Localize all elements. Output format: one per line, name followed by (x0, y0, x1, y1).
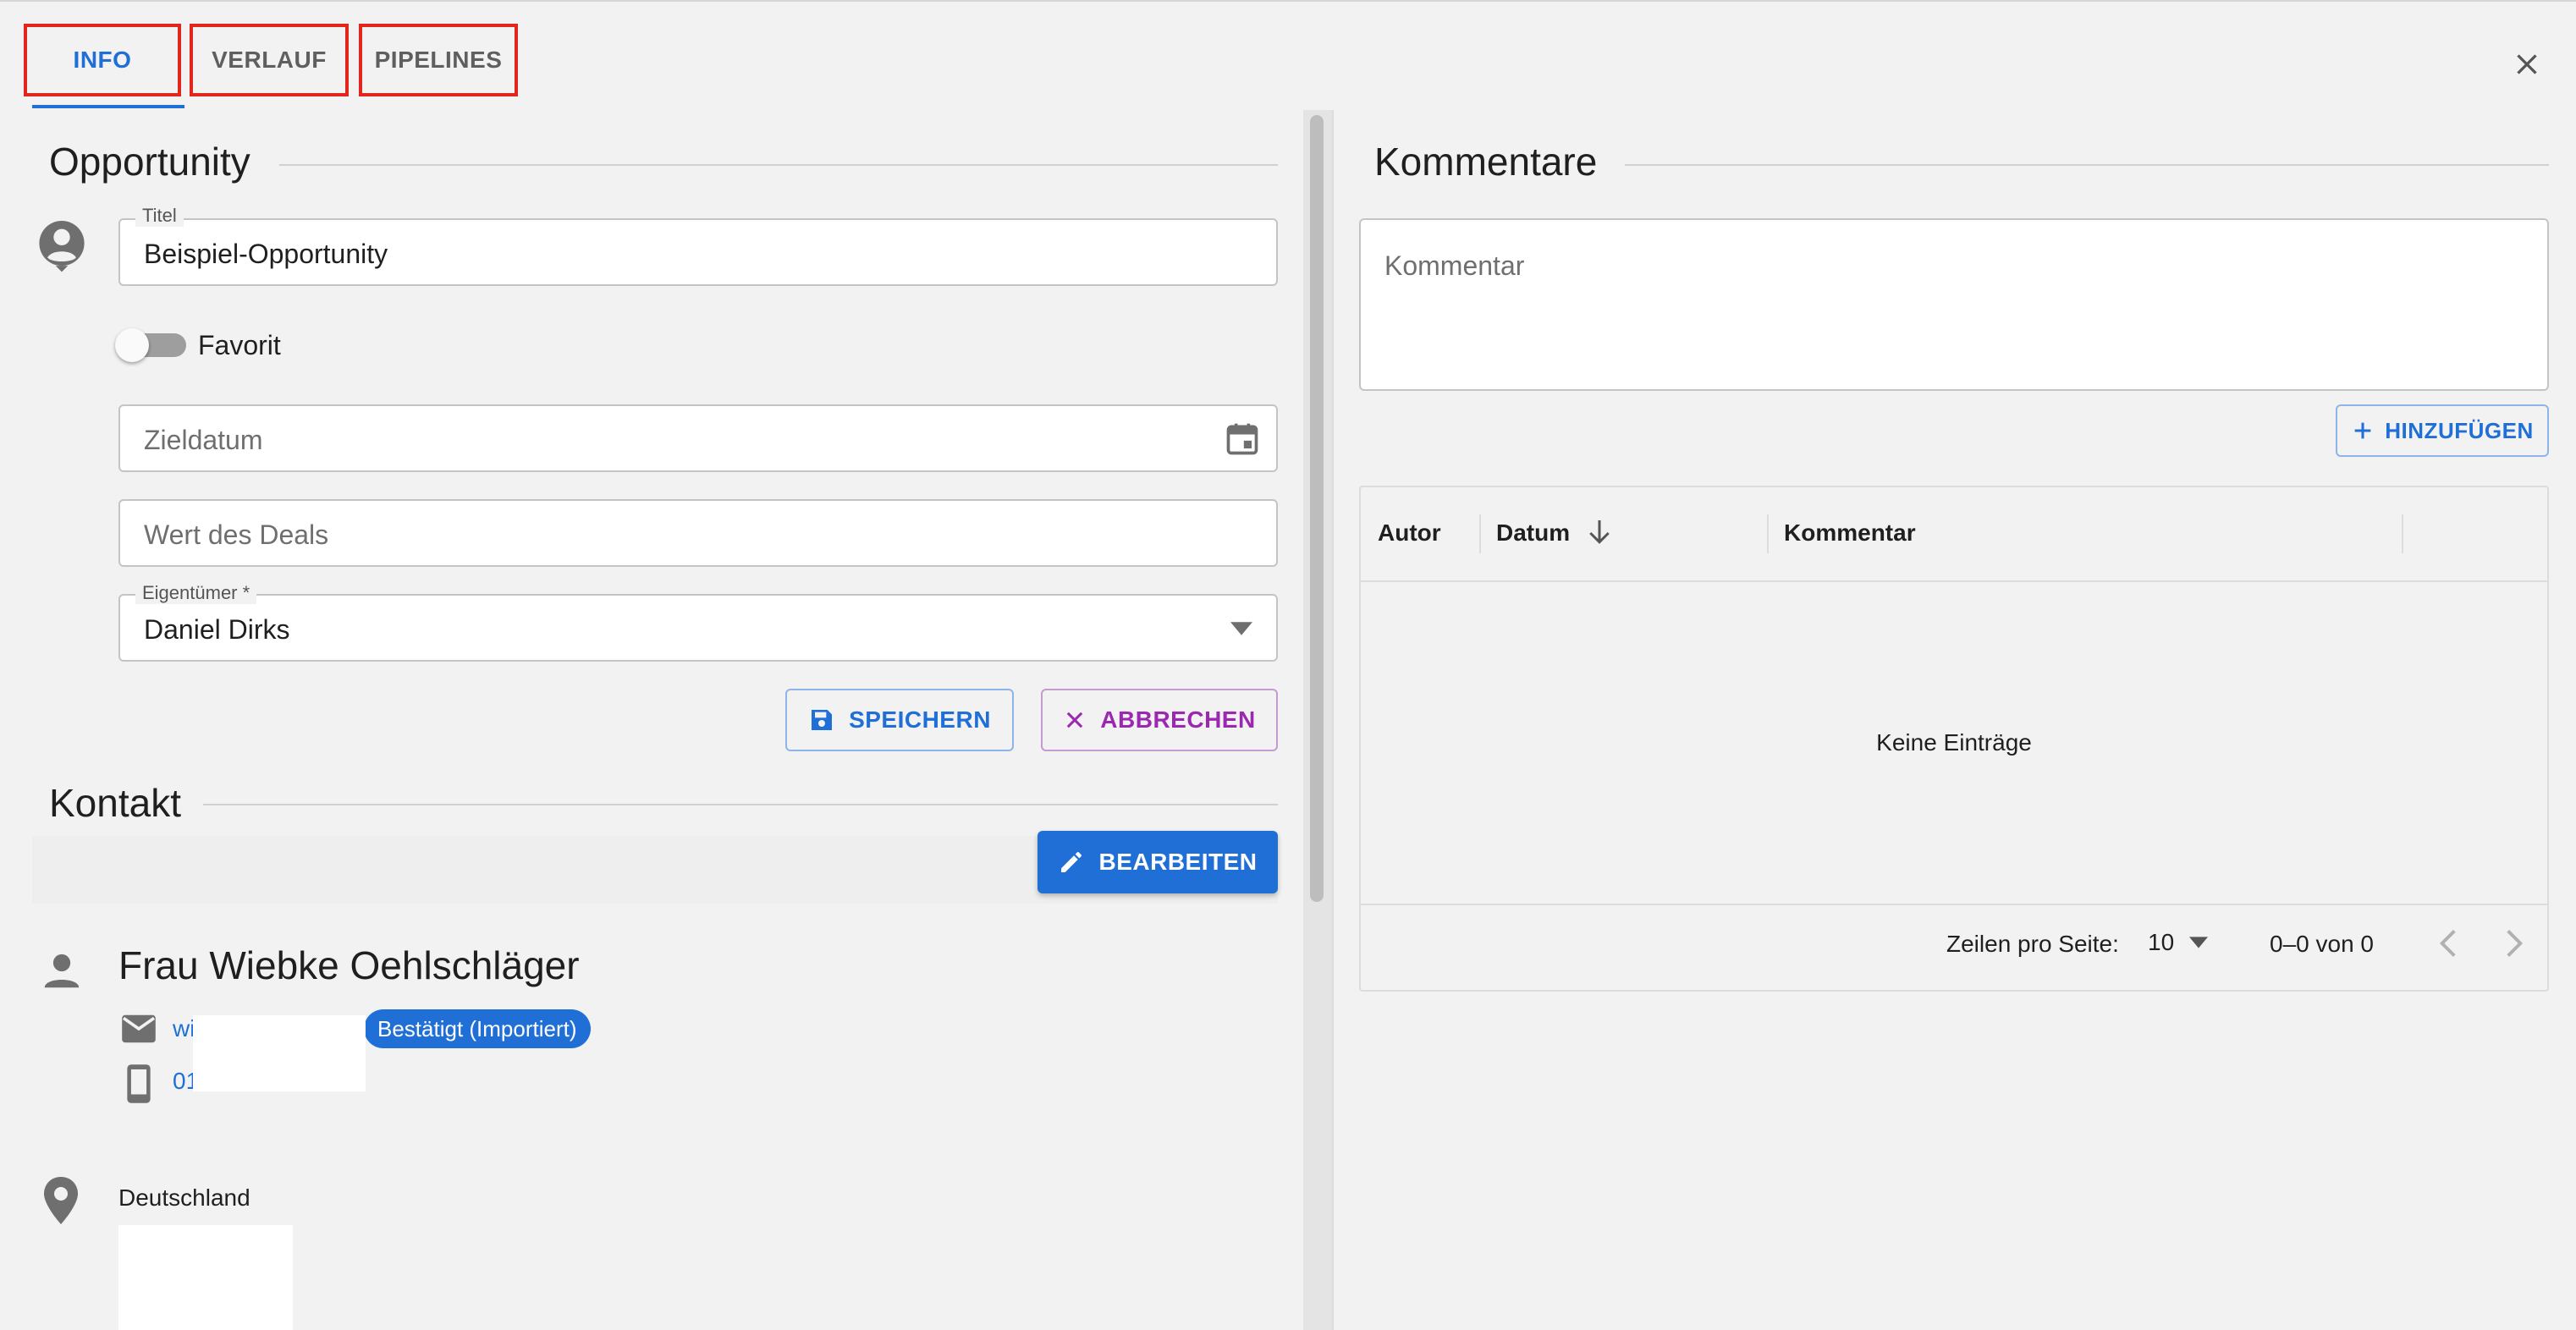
column-header-author[interactable]: Autor (1378, 519, 1441, 547)
add-comment-button[interactable]: HINZUFÜGEN (2336, 404, 2549, 457)
dropdown-arrow-icon (2189, 937, 2209, 948)
column-separator[interactable] (1767, 514, 1769, 553)
calendar-icon[interactable] (1224, 420, 1261, 459)
contact-country: Deutschland (118, 1184, 250, 1211)
cancel-button[interactable]: ABBRECHEN (1041, 689, 1278, 751)
column-header-date[interactable]: Datum (1496, 519, 1610, 547)
top-border (0, 0, 2576, 2)
save-button-label: SPEICHERN (849, 706, 991, 733)
column-header-comment[interactable]: Kommentar (1784, 519, 1916, 547)
owner-select-value: Daniel Dirks (144, 614, 290, 645)
title-field[interactable]: Beispiel-Opportunity (118, 218, 1278, 286)
favorite-toggle-thumb (115, 328, 149, 362)
close-button[interactable] (2505, 42, 2549, 86)
comments-heading: Kommentare (1374, 140, 1598, 184)
owner-select-label: Eigentümer * (135, 582, 257, 604)
owner-select[interactable]: Daniel Dirks (118, 594, 1278, 662)
rows-per-page-label: Zeilen pro Seite: (1946, 931, 2119, 957)
edit-contact-button-label: BEARBEITEN (1098, 849, 1258, 875)
chevron-left-icon[interactable] (2436, 929, 2461, 958)
save-icon (812, 710, 833, 730)
tab-pipelines[interactable]: PIPELINES (359, 24, 518, 96)
empty-state-text: Keine Einträge (1876, 729, 2032, 756)
pencil-icon (1061, 852, 1082, 872)
favorite-label: Favorit (198, 330, 281, 360)
column-header-date-label: Datum (1496, 519, 1571, 546)
deal-value-field[interactable]: Wert des Deals (118, 499, 1278, 567)
target-date-field[interactable]: Zieldatum (118, 404, 1278, 472)
contact-name: Frau Wiebke Oehlschläger (118, 943, 580, 987)
deal-value-placeholder: Wert des Deals (144, 519, 329, 550)
tab-pipelines-label: PIPELINES (374, 47, 503, 73)
x-icon (1067, 712, 1083, 728)
title-field-label: Titel (135, 205, 184, 227)
empty-state: Keine Einträge (1361, 582, 2547, 904)
comment-placeholder: Kommentar (1384, 250, 1525, 281)
target-date-placeholder: Zieldatum (144, 425, 263, 455)
rows-per-page-value: 10 (2148, 929, 2175, 955)
email-status-badge: Bestätigt (Importiert) (364, 1009, 591, 1048)
opportunity-heading: Opportunity (49, 140, 250, 184)
account-circle-icon (39, 221, 85, 272)
plus-icon (2354, 422, 2371, 439)
comments-heading-rule (1625, 164, 2549, 166)
column-separator[interactable] (1479, 514, 1481, 553)
contact-heading-rule (203, 804, 1278, 805)
person-icon (44, 954, 80, 988)
phone-icon (127, 1064, 151, 1103)
tab-verlauf-label: VERLAUF (212, 47, 327, 73)
add-comment-button-label: HINZUFÜGEN (2385, 417, 2534, 443)
column-separator[interactable] (2402, 514, 2403, 553)
mail-icon (122, 1014, 156, 1043)
cancel-button-label: ABBRECHEN (1100, 706, 1256, 733)
redacted-address (118, 1225, 293, 1330)
location-pin-icon (44, 1177, 78, 1224)
redacted-contact-details (193, 1015, 366, 1091)
edit-contact-button[interactable]: BEARBEITEN (1038, 831, 1278, 893)
opportunity-heading-rule (279, 164, 1278, 166)
tab-verlauf[interactable]: VERLAUF (190, 24, 349, 96)
comments-table: Autor Datum Kommentar Keine Einträge Zei… (1359, 486, 2549, 992)
save-button[interactable]: SPEICHERN (785, 689, 1014, 751)
close-icon (2517, 54, 2537, 74)
dropdown-arrow-icon (1230, 622, 1252, 635)
active-tab-indicator (32, 105, 184, 108)
footer-divider (1361, 904, 2547, 905)
sort-down-arrow-icon[interactable] (1588, 520, 1610, 546)
title-field-value: Beispiel-Opportunity (144, 239, 388, 269)
contact-email-link[interactable]: wi (173, 1015, 195, 1042)
rows-per-page-select[interactable]: 10 (2148, 924, 2209, 961)
panel-divider (1332, 110, 1334, 1330)
favorite-toggle[interactable] (115, 327, 191, 364)
contact-heading: Kontakt (49, 781, 181, 825)
tab-info[interactable]: INFO (24, 24, 181, 96)
left-panel-scrollbar-thumb[interactable] (1310, 115, 1324, 902)
chevron-right-icon[interactable] (2502, 929, 2527, 958)
pagination-range: 0–0 von 0 (2270, 931, 2374, 957)
tab-info-label: INFO (73, 47, 132, 73)
comment-textarea[interactable]: Kommentar (1359, 218, 2549, 391)
